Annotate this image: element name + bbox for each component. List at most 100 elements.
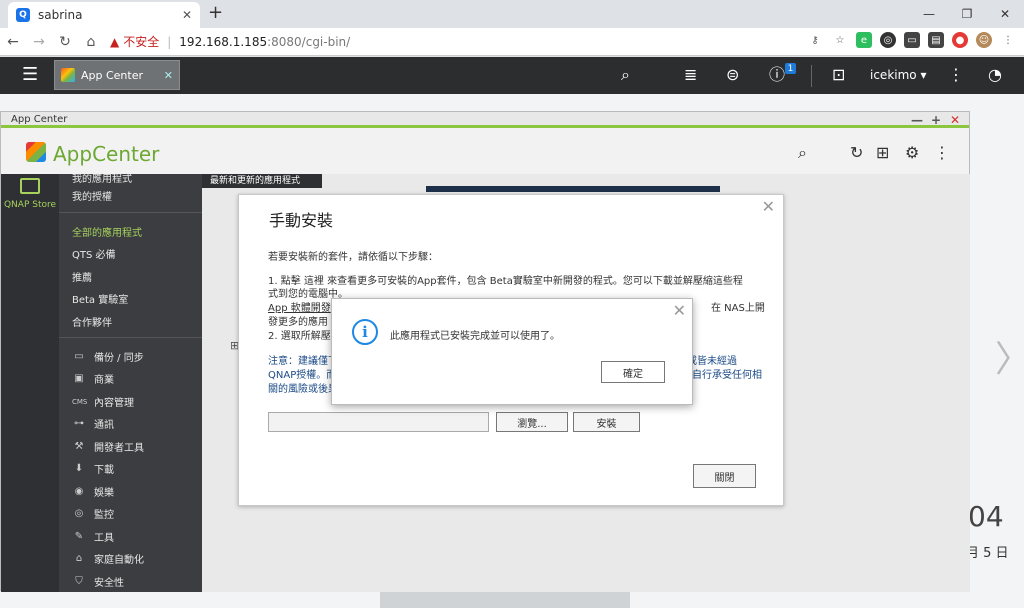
url-field[interactable]: ▲ 不安全 | 192.168.1.185 :8080/cgi-bin/ <box>110 31 830 53</box>
tools-icon: ✎ <box>74 531 84 542</box>
desktop-date: 月 5 日 <box>966 546 1009 561</box>
alert-close-icon[interactable]: ✕ <box>673 301 686 320</box>
featured-banner[interactable] <box>426 186 720 192</box>
sidebar-item-developer-tools[interactable]: ⚒ 開發者工具 <box>72 439 144 454</box>
sidebar-item-beta-lab[interactable]: Beta 實驗室 <box>72 291 128 306</box>
info-icon: i <box>352 319 378 345</box>
tab-close-icon[interactable]: ✕ <box>182 8 192 22</box>
entertainment-icon: ◉ <box>74 486 84 497</box>
sidebar-item-backup-sync[interactable]: ▭ 備份 / 同步 <box>72 349 143 364</box>
maximize-button[interactable]: ❐ <box>948 0 986 28</box>
background-tasks-icon[interactable]: ≣ <box>684 66 697 84</box>
sidebar-item-download[interactable]: ⬇ 下載 <box>72 461 114 476</box>
notification-badge: 1 <box>785 63 796 74</box>
window-close-icon[interactable]: ✕ <box>950 112 960 128</box>
back-icon[interactable]: ← <box>0 34 26 50</box>
extension-red-icon[interactable]: ● <box>952 32 968 48</box>
sidebar-item-entertainment[interactable]: ◉ 娛樂 <box>72 484 114 499</box>
qts-taskbar: ☰ App Center ✕ ⌕ ≣ ⊜ ⓘ 1 ⊡ icekimo ▾ ⋮ ◔ <box>0 57 1024 94</box>
browser-tab[interactable]: Q sabrina ✕ <box>8 2 200 28</box>
extension-circle-icon[interactable]: ◎ <box>880 32 896 48</box>
sidebar-item-qts-essentials[interactable]: QTS 必備 <box>72 246 116 261</box>
cms-icon: CMS <box>72 397 88 406</box>
profile-avatar-icon[interactable]: ☺ <box>976 32 992 48</box>
app-search-icon[interactable]: ⌕ <box>798 144 807 162</box>
home-automation-icon: ⌂ <box>75 553 83 564</box>
window-title-bar[interactable]: App Center — + ✕ <box>1 112 969 128</box>
more-options-icon[interactable]: ⋮ <box>948 66 964 84</box>
qnap-favicon-icon: Q <box>16 8 30 22</box>
dialog-close-icon[interactable]: ✕ <box>762 197 775 216</box>
content-section-tab[interactable]: 最新和更新的應用程式 <box>202 174 322 188</box>
app-center-header: AppCenter ⌕ ↻ ⊞ ⚙ ⋮ <box>1 134 969 174</box>
bookmark-star-icon[interactable]: ☆ <box>832 32 848 48</box>
minimize-button[interactable]: — <box>910 0 948 28</box>
sidebar-item-content-management[interactable]: CMS 內容管理 <box>72 394 134 410</box>
install-button[interactable]: 安裝 <box>573 412 640 432</box>
notification-icon[interactable]: ⓘ <box>769 66 785 84</box>
sidebar-divider <box>59 212 202 213</box>
app-more-icon[interactable]: ⋮ <box>934 144 950 162</box>
security-icon: ⛉ <box>75 576 83 587</box>
extension-icons: ⚷ ☆ e ◎ ▭ ▤ ● ☺ ⋮ <box>806 32 1016 48</box>
sidebar-item-all-apps[interactable]: 全部的應用程式 <box>72 224 142 239</box>
close-button[interactable]: 關閉 <box>693 464 756 488</box>
chrome-menu-icon[interactable]: ⋮ <box>1000 32 1016 48</box>
desktop-clock: 04 <box>968 500 1004 533</box>
warning-icon: ▲ <box>110 34 120 49</box>
dialog-note-risk: 自行承受任何相 <box>692 370 762 381</box>
install-complete-alert: ✕ i 此應用程式已安裝完成並可以使用了。 確定 <box>331 298 693 405</box>
sidebar-item-recommended[interactable]: 推薦 <box>72 269 92 284</box>
key-icon[interactable]: ⚷ <box>806 32 824 48</box>
app-center-logo-icon <box>26 142 46 162</box>
window-minimize-icon[interactable]: — <box>911 112 923 128</box>
qnap-store-label[interactable]: QNAP Store <box>3 200 57 210</box>
sidebar-item-surveillance[interactable]: ◎ 監控 <box>72 506 114 521</box>
file-path-input[interactable] <box>268 412 489 432</box>
search-icon[interactable]: ⌕ <box>621 66 630 84</box>
evernote-icon[interactable]: e <box>856 32 872 48</box>
sidebar-item-communication[interactable]: ⊶ 通訊 <box>72 416 114 431</box>
sidebar-item-partners[interactable]: 合作夥伴 <box>72 314 112 329</box>
dialog-intro: 若要安裝新的套件，請依循以下步驟： <box>268 252 438 263</box>
main-menu-icon[interactable]: ☰ <box>22 66 38 84</box>
browse-button[interactable]: 瀏覽... <box>496 412 568 432</box>
ok-button[interactable]: 確定 <box>601 361 665 383</box>
extension-chat-icon[interactable]: ▭ <box>904 32 920 48</box>
insecure-label: 不安全 <box>123 35 160 49</box>
dashboard-icon[interactable]: ◔ <box>988 66 1002 84</box>
download-icon: ⬇ <box>74 463 84 474</box>
taskbar-tab-close-icon[interactable]: ✕ <box>164 69 173 82</box>
external-device-icon[interactable]: ⊜ <box>726 66 739 84</box>
reload-icon[interactable]: ↻ <box>52 34 78 50</box>
chevron-right-icon[interactable]: 〉 <box>995 330 1024 382</box>
username-menu[interactable]: icekimo ▾ <box>870 68 926 82</box>
sidebar-item-home-automation[interactable]: ⌂ 家庭自動化 <box>72 551 144 566</box>
close-window-button[interactable]: ✕ <box>986 0 1024 28</box>
sidebar-item-security[interactable]: ⛉ 安全性 <box>72 574 124 589</box>
sidebar-item-my-licenses[interactable]: 我的授權 <box>72 188 112 203</box>
url-separator: | <box>167 34 172 49</box>
backup-icon: ▭ <box>74 351 84 362</box>
app-center-name: AppCenter <box>53 142 160 166</box>
app-center-icon <box>61 68 75 82</box>
manual-install-icon[interactable]: ⊞ <box>876 144 889 162</box>
user-icon[interactable]: ⊡ <box>832 66 845 84</box>
url-host: 192.168.1.185 <box>179 34 268 49</box>
sidebar-item-business[interactable]: ▣ 商業 <box>72 371 114 386</box>
refresh-icon[interactable]: ↻ <box>850 144 863 162</box>
store-strip: QNAP Store <box>1 174 59 592</box>
sidebar-item-tools[interactable]: ✎ 工具 <box>72 529 114 544</box>
taskbar-app-center-tab[interactable]: App Center ✕ <box>54 60 180 90</box>
extension-doc-icon[interactable]: ▤ <box>928 32 944 48</box>
sidebar-item-my-apps[interactable]: 我的應用程式 <box>72 174 132 185</box>
window-title: App Center <box>11 114 68 125</box>
settings-gear-icon[interactable]: ⚙ <box>905 144 919 162</box>
forward-icon[interactable]: → <box>26 34 52 50</box>
window-maximize-icon[interactable]: + <box>931 112 941 128</box>
new-tab-button[interactable]: + <box>208 4 223 22</box>
business-icon: ▣ <box>74 373 84 384</box>
qnap-store-icon[interactable] <box>20 178 40 194</box>
taskbar-tab-label: App Center <box>81 68 144 82</box>
home-icon[interactable]: ⌂ <box>78 34 104 50</box>
